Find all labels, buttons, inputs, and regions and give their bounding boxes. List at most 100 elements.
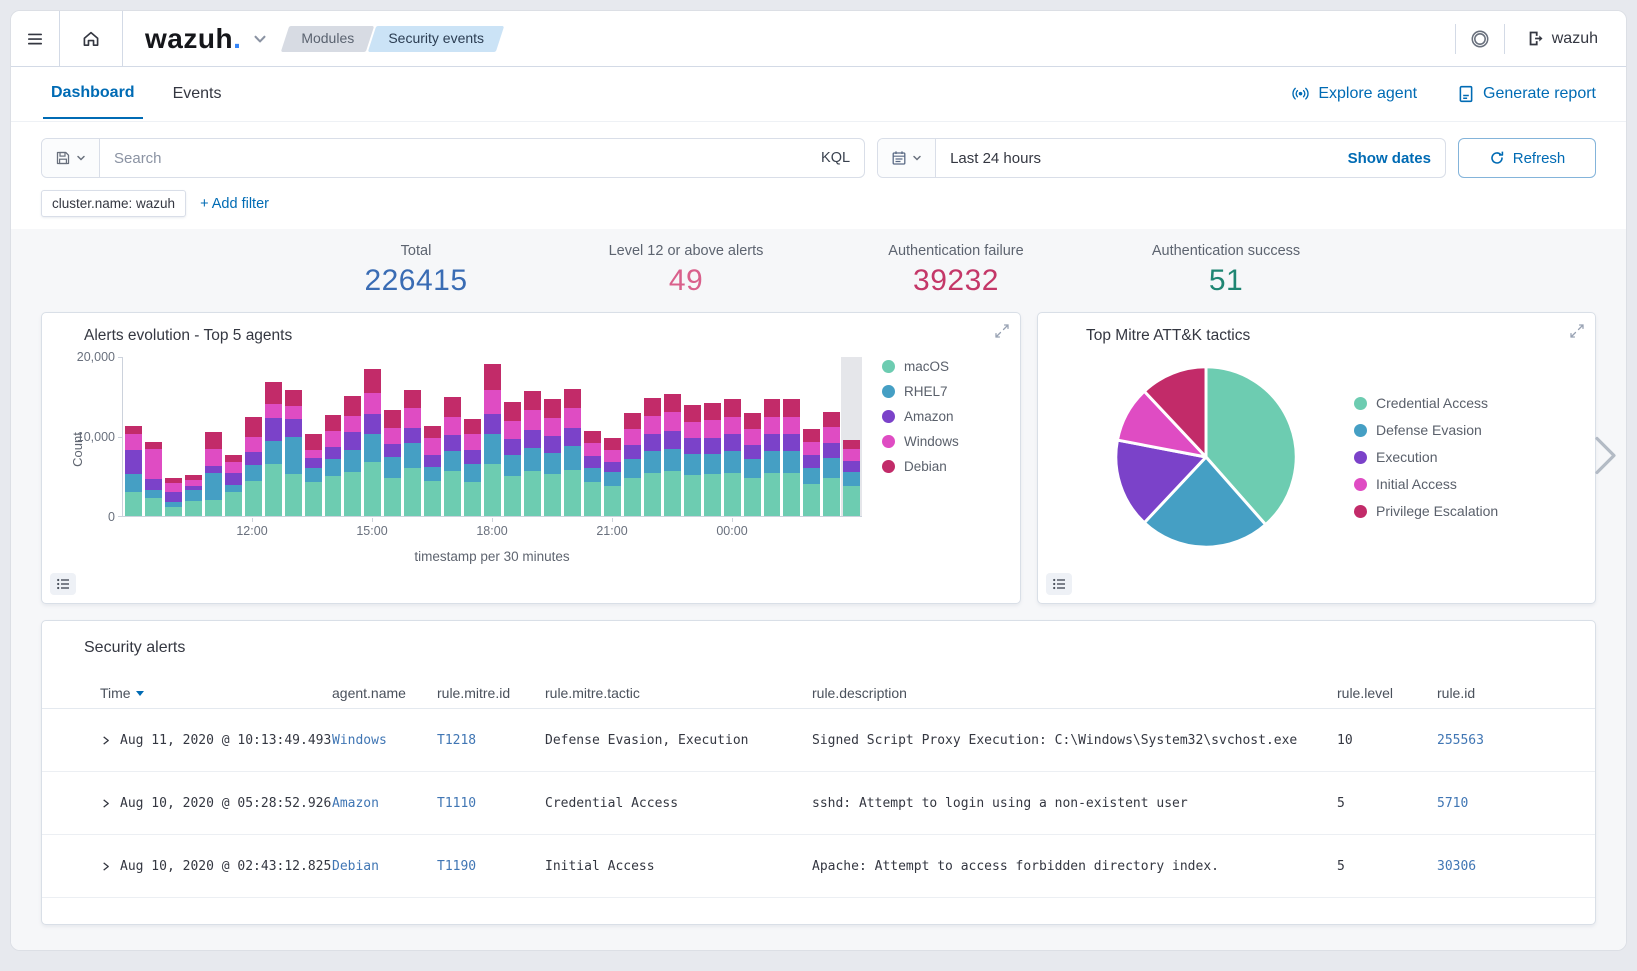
legend-item[interactable]: Initial Access [1354,476,1498,492]
row-expand-chevron[interactable] [100,798,111,809]
bar[interactable] [504,357,521,516]
breadcrumb-modules[interactable]: Modules [281,26,374,52]
bar[interactable] [803,357,820,516]
row-expand-chevron[interactable] [100,735,111,746]
bar[interactable] [604,357,621,516]
legend-item[interactable]: Debian [882,459,959,474]
bar[interactable] [464,357,481,516]
app-window: wazuh. Modules Security events wazuh Das… [10,10,1627,951]
row-expand-chevron[interactable] [100,861,111,872]
legend-item[interactable]: Credential Access [1354,395,1498,411]
menu-button[interactable] [11,11,59,67]
bar-chart-legend: macOS RHEL7 Amazon Windows Debian [882,359,959,474]
legend-item[interactable]: Windows [882,434,959,449]
tab-dashboard[interactable]: Dashboard [43,69,143,119]
bar[interactable] [285,357,302,516]
column-header-rule-level[interactable]: rule.level [1337,685,1437,701]
legend-item[interactable]: RHEL7 [882,384,959,399]
bar[interactable] [823,357,840,516]
refresh-button[interactable]: Refresh [1458,138,1596,178]
bar[interactable] [664,357,681,516]
time-range-value[interactable]: Last 24 hours [936,150,1334,167]
mitre-id-link[interactable]: T1218 [437,733,476,748]
bar[interactable] [644,357,661,516]
bar[interactable] [544,357,561,516]
bar[interactable] [125,357,142,516]
rule-id-link[interactable]: 255563 [1437,733,1484,748]
bar[interactable] [764,357,781,516]
pie-svg[interactable] [1108,359,1304,555]
bar[interactable] [225,357,242,516]
rule-id-link[interactable]: 30306 [1437,859,1476,874]
legend-item[interactable]: macOS [882,359,959,374]
agent-link[interactable]: Windows [332,733,387,748]
wazuh-logo[interactable]: wazuh. [145,23,241,55]
bar[interactable] [783,357,800,516]
bar[interactable] [684,357,701,516]
legend-item[interactable]: Execution [1354,449,1498,465]
show-dates-button[interactable]: Show dates [1334,150,1445,167]
bar[interactable] [185,357,202,516]
inspector-list-button[interactable] [1046,573,1072,595]
bar-plot [122,357,862,517]
bar[interactable] [384,357,401,516]
breadcrumb-security-events[interactable]: Security events [368,26,504,52]
bar-xticks: 12:0015:0018:0021:0000:00 [122,518,862,542]
bar[interactable] [624,357,641,516]
bar[interactable] [524,357,541,516]
kql-syntax-button[interactable]: KQL [807,150,864,166]
tab-events[interactable]: Events [165,70,230,118]
column-header-rule-mitre-id[interactable]: rule.mitre.id [437,685,545,701]
legend-item[interactable]: Amazon [882,409,959,424]
mitre-id-link[interactable]: T1110 [437,796,476,811]
home-button[interactable] [60,11,122,67]
chevron-down-icon [75,152,87,164]
bar[interactable] [404,357,421,516]
bar[interactable] [344,357,361,516]
bar[interactable] [843,357,860,516]
agent-link[interactable]: Amazon [332,796,379,811]
logo-menu-toggle[interactable] [251,30,269,48]
legend-item[interactable]: Defense Evasion [1354,422,1498,438]
agent-link[interactable]: Debian [332,859,379,874]
rule-id-link[interactable]: 5710 [1437,796,1468,811]
search-input[interactable] [100,150,807,167]
bar[interactable] [364,357,381,516]
column-header-rule-id[interactable]: rule.id [1437,685,1595,701]
logo-text: wazuh [145,23,233,55]
health-status-button[interactable] [1456,11,1504,67]
inspector-list-button[interactable] [50,573,76,595]
filter-pill-cluster-name[interactable]: cluster.name: wazuh [41,190,186,217]
bar[interactable] [145,357,162,516]
bar[interactable] [245,357,262,516]
saved-query-menu-button[interactable] [42,139,100,177]
mitre-id-link[interactable]: T1190 [437,859,476,874]
bar[interactable] [205,357,222,516]
bar[interactable] [704,357,721,516]
expand-panel-button[interactable] [994,323,1010,344]
bar[interactable] [325,357,342,516]
query-bar: KQL Last 24 hours Show dates Refresh [11,122,1626,188]
column-header-rule-mitre-tactic[interactable]: rule.mitre.tactic [545,685,812,701]
bar[interactable] [744,357,761,516]
generate-report-button[interactable]: Generate report [1457,85,1596,103]
legend-item[interactable]: Privilege Escalation [1354,503,1498,519]
bar[interactable] [584,357,601,516]
bar[interactable] [444,357,461,516]
date-quick-menu-button[interactable] [878,139,936,177]
next-page-chevron-button[interactable] [1590,433,1620,484]
bar[interactable] [165,357,182,516]
column-header-agent-name[interactable]: agent.name [332,685,437,701]
bar[interactable] [484,357,501,516]
column-header-time[interactable]: Time [100,685,332,701]
bar[interactable] [564,357,581,516]
explore-agent-button[interactable]: Explore agent [1291,85,1417,104]
bar[interactable] [265,357,282,516]
add-filter-button[interactable]: + Add filter [200,196,269,212]
bar[interactable] [305,357,322,516]
column-header-rule-description[interactable]: rule.description [812,685,1337,701]
bar[interactable] [424,357,441,516]
expand-panel-button[interactable] [1569,323,1585,344]
logout-user-button[interactable]: wazuh [1505,30,1626,48]
bar[interactable] [724,357,741,516]
